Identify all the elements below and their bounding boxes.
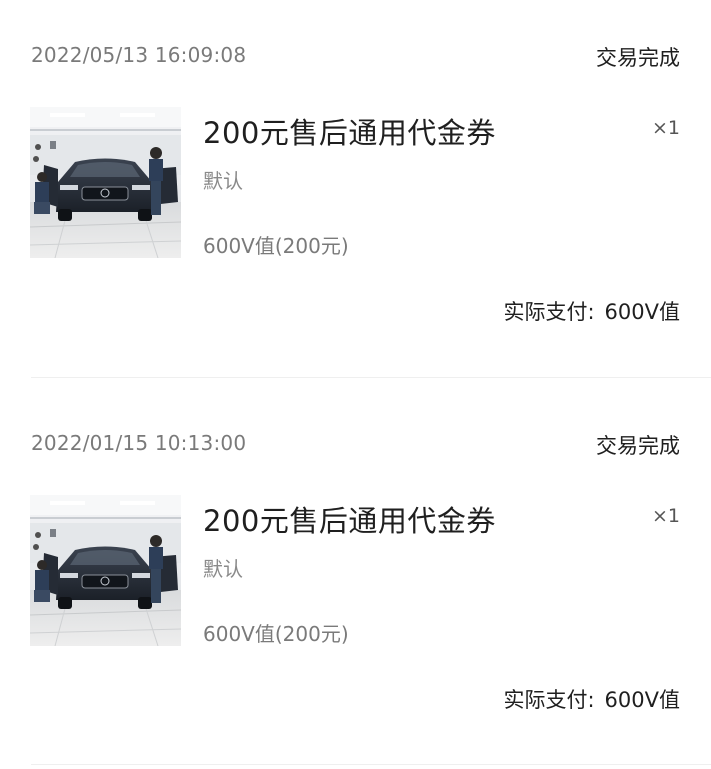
- car-showroom-photo: [30, 107, 181, 258]
- product-price: 600V值(200元): [203, 622, 349, 646]
- product-price: 600V值(200元): [203, 234, 349, 258]
- order-status: 交易完成: [596, 434, 680, 458]
- product-name[interactable]: 200元售后通用代金券: [203, 498, 496, 540]
- order-card[interactable]: 2022/01/15 10:13:00 交易完成 200元售后通用代金券 ×1 …: [0, 388, 711, 769]
- product-spec: 默认: [203, 557, 243, 581]
- order-time: 2022/05/13 16:09:08: [31, 43, 247, 67]
- actual-payment: 实际支付: 600V值: [503, 684, 680, 714]
- product-name[interactable]: 200元售后通用代金券: [203, 110, 496, 152]
- order-time: 2022/01/15 10:13:00: [31, 431, 247, 455]
- product-image[interactable]: [30, 495, 181, 646]
- divider: [31, 377, 711, 378]
- product-quantity: ×1: [651, 117, 680, 139]
- actual-payment-value: 600V值: [604, 300, 680, 324]
- actual-payment-label: 实际支付:: [503, 300, 595, 324]
- divider: [31, 764, 711, 765]
- product-spec: 默认: [203, 169, 243, 193]
- order-card[interactable]: 2022/05/13 16:09:08 交易完成 200元售后通用代金券 ×1 …: [0, 0, 711, 389]
- order-status: 交易完成: [596, 46, 680, 70]
- actual-payment-label: 实际支付:: [503, 688, 595, 712]
- product-image[interactable]: [30, 107, 181, 258]
- actual-payment: 实际支付: 600V值: [503, 296, 680, 326]
- car-showroom-photo: [30, 495, 181, 646]
- order-list-page: 2022/05/13 16:09:08 交易完成 200元售后通用代金券 ×1 …: [0, 0, 711, 769]
- product-quantity: ×1: [651, 505, 680, 527]
- actual-payment-value: 600V值: [604, 688, 680, 712]
